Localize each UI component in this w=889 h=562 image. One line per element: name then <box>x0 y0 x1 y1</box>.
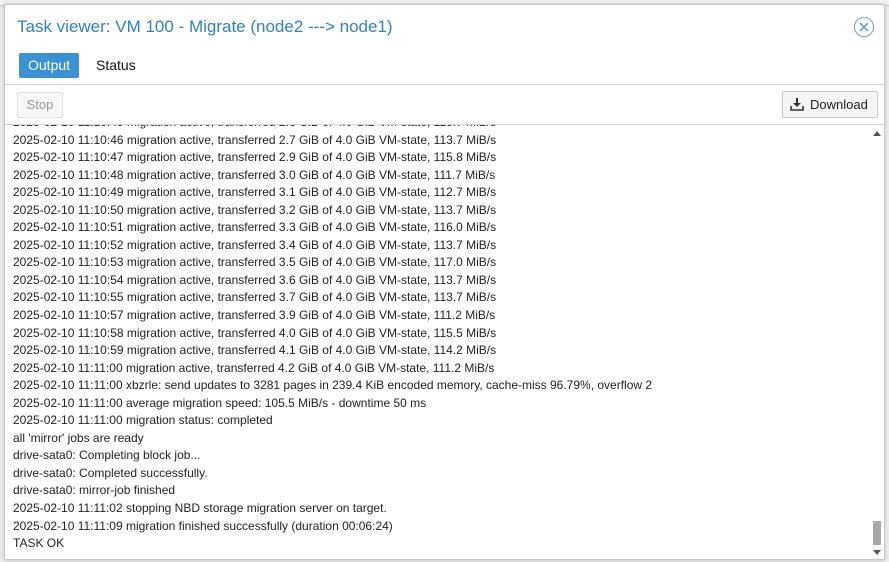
log-line: 2025-02-10 11:10:47 migration active, tr… <box>13 150 497 165</box>
log-line: 2025-02-10 11:10:55 migration active, tr… <box>13 290 497 305</box>
log-line: drive-sata0: Completed successfully. <box>13 465 208 480</box>
log-line: 2025-02-10 11:10:48 migration active, tr… <box>13 167 496 182</box>
log-lines: 2025-02-10 11:10:45 migration active, tr… <box>13 125 863 553</box>
log-line: 2025-02-10 11:11:00 migration status: co… <box>13 413 273 428</box>
log-line: 2025-02-10 11:10:57 migration active, tr… <box>13 308 496 323</box>
log-line: 2025-02-10 11:10:59 migration active, tr… <box>13 343 497 358</box>
scroll-up-arrow-icon[interactable] <box>873 131 881 136</box>
log-line: 2025-02-10 11:10:54 migration active, tr… <box>13 272 497 287</box>
stop-button[interactable]: Stop <box>17 92 63 118</box>
task-viewer-window: Task viewer: VM 100 - Migrate (node2 ---… <box>4 4 885 560</box>
log-line: 2025-02-10 11:11:09 migration finished s… <box>13 518 393 533</box>
log-line: 2025-02-10 11:10:53 migration active, tr… <box>13 255 497 270</box>
log-line: drive-sata0: mirror-job finished <box>13 483 176 498</box>
scroll-down-arrow-icon[interactable] <box>873 550 881 555</box>
scrollbar[interactable] <box>870 125 884 559</box>
log-line: 2025-02-10 11:10:51 migration active, tr… <box>13 220 497 235</box>
log-line: 2025-02-10 11:10:49 migration active, tr… <box>13 185 497 200</box>
log-line: 2025-02-10 11:10:52 migration active, tr… <box>13 237 497 252</box>
log-line: 2025-02-10 11:11:00 xbzrle: send updates… <box>13 378 653 393</box>
log-line: 2025-02-10 11:11:00 average migration sp… <box>13 395 427 410</box>
log-line: all 'mirror' jobs are ready <box>13 430 144 445</box>
close-icon <box>859 22 869 32</box>
background-right <box>885 6 889 562</box>
download-icon <box>790 98 804 111</box>
tab-status[interactable]: Status <box>87 53 145 78</box>
log-line: 2025-02-10 11:11:02 stopping NBD storage… <box>13 501 387 516</box>
log-output[interactable]: 2025-02-10 11:10:45 migration active, tr… <box>5 125 884 559</box>
tab-bar: Output Status <box>5 49 884 85</box>
scroll-thumb[interactable] <box>873 521 881 545</box>
log-line: 2025-02-10 11:10:46 migration active, tr… <box>13 132 497 147</box>
download-label: Download <box>810 97 868 112</box>
toolbar: Stop Download <box>5 85 884 125</box>
close-button[interactable] <box>854 17 874 37</box>
window-title: Task viewer: VM 100 - Migrate (node2 ---… <box>17 17 393 36</box>
log-line: 2025-02-10 11:11:00 migration active, tr… <box>13 360 495 375</box>
log-line: TASK OK <box>13 536 65 551</box>
title-bar: Task viewer: VM 100 - Migrate (node2 ---… <box>5 5 884 49</box>
tab-output[interactable]: Output <box>19 53 80 78</box>
download-button[interactable]: Download <box>782 91 878 118</box>
log-line: drive-sata0: Completing block job... <box>13 448 201 463</box>
log-line: 2025-02-10 11:10:58 migration active, tr… <box>13 325 497 340</box>
log-line: 2025-02-10 11:10:50 migration active, tr… <box>13 202 497 217</box>
